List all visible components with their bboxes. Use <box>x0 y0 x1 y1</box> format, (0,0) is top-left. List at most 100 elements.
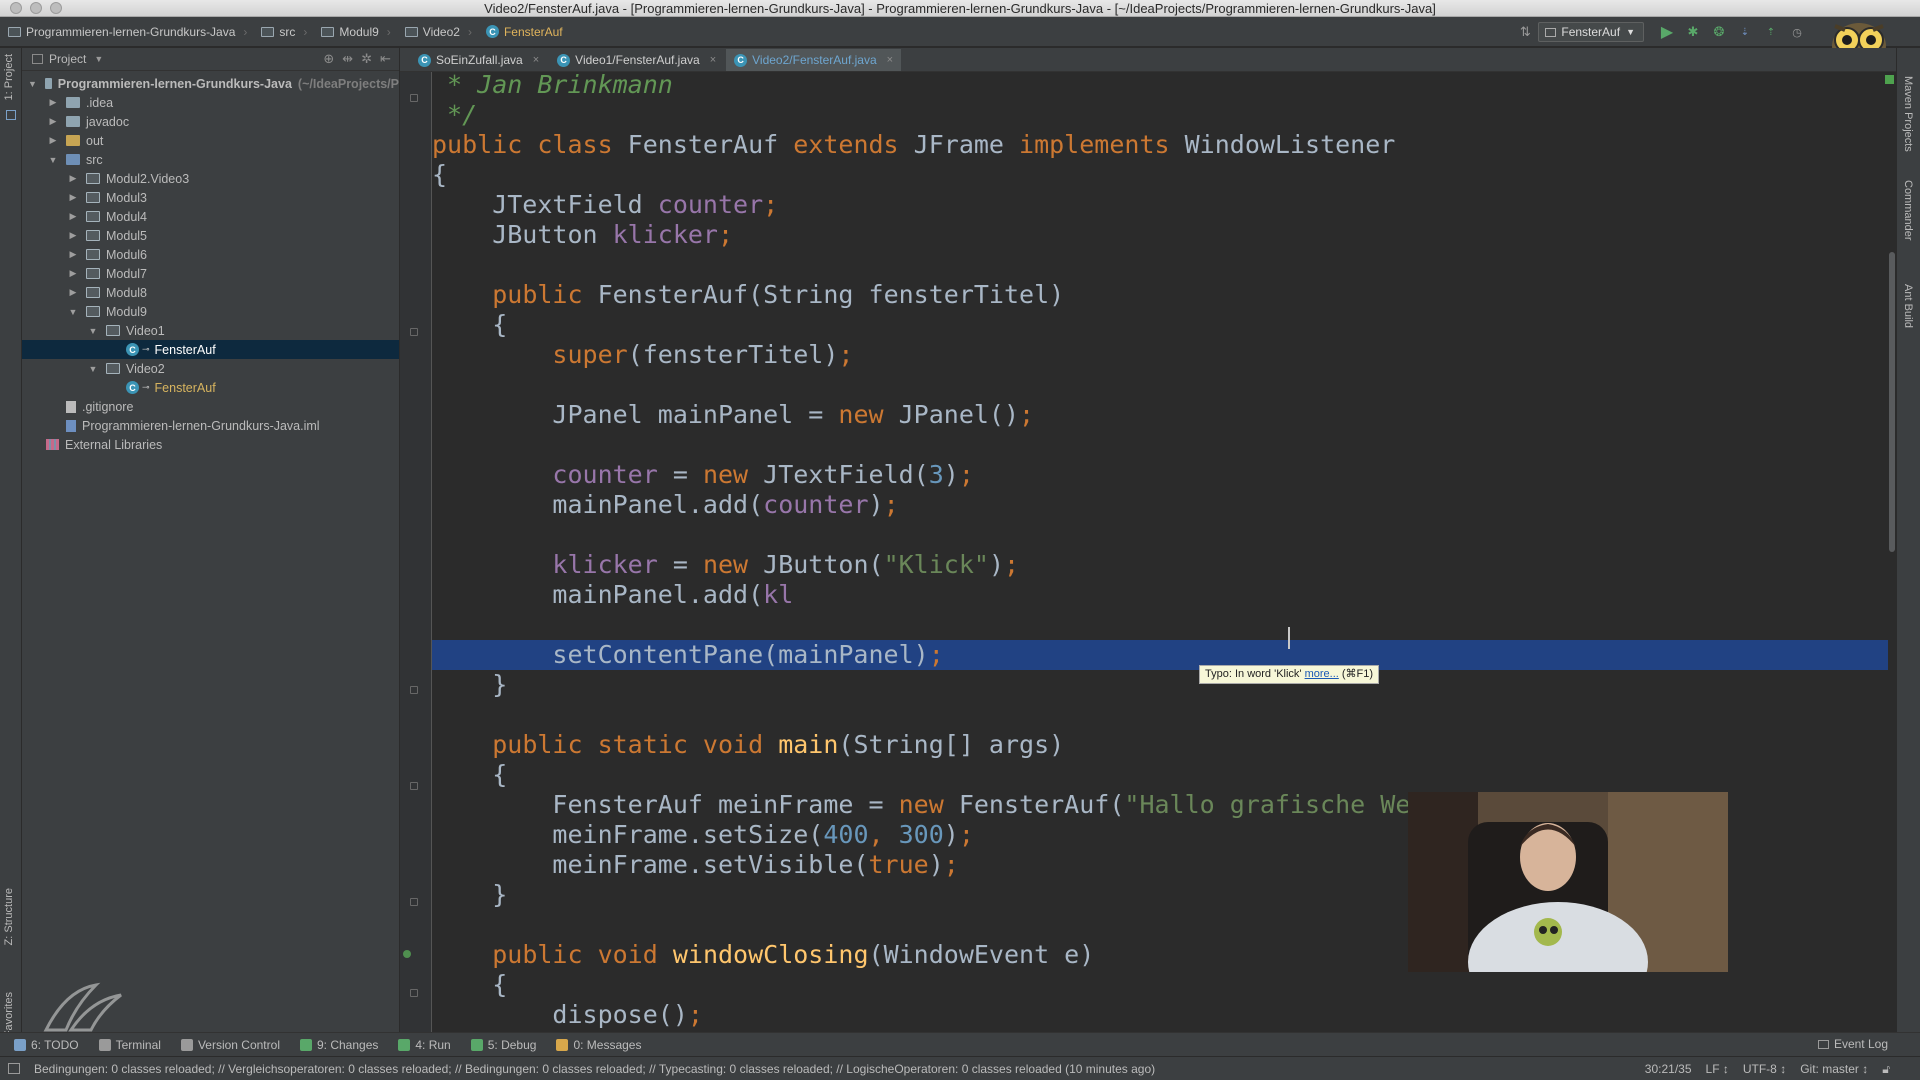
inspection-ok-icon[interactable] <box>1885 75 1894 84</box>
structure-tool-tab[interactable]: Z: Structure <box>3 888 15 945</box>
fold-marker-icon[interactable] <box>410 328 418 336</box>
chevron-right-icon[interactable]: ▶ <box>48 116 58 127</box>
tab-video2-fensterauf[interactable]: C Video2/FensterAuf.java × <box>726 49 902 71</box>
fold-marker-icon[interactable] <box>410 686 418 694</box>
run-configuration-select[interactable]: FensterAuf ▼ <box>1538 22 1644 42</box>
editor-scrollbar[interactable] <box>1888 72 1896 1050</box>
project-tool-tab[interactable]: 1: Project <box>3 54 15 100</box>
code-line[interactable]: { <box>432 310 1888 340</box>
breadcrumb-modul9[interactable]: Modul9 › <box>313 17 396 46</box>
close-icon[interactable]: × <box>533 54 539 66</box>
tree-node[interactable]: ▼ Programmieren-lernen-Grundkurs-Java (~/I… <box>22 74 399 93</box>
toolwindow-button[interactable]: 4: Run <box>398 1038 451 1052</box>
code-line[interactable]: * Jan Brinkmann <box>432 72 1888 100</box>
code-line[interactable] <box>432 370 1888 400</box>
vcs-history-icon[interactable]: ◷ <box>1786 21 1808 43</box>
zoom-window-button[interactable] <box>50 2 62 14</box>
commander-tab[interactable]: Commander <box>1902 180 1914 241</box>
code-line[interactable]: counter = new JTextField(3); <box>432 460 1888 490</box>
code-line[interactable]: JPanel mainPanel = new JPanel(); <box>432 400 1888 430</box>
tab-video1-fensterauf[interactable]: C Video1/FensterAuf.java × <box>549 49 724 71</box>
close-icon[interactable]: × <box>887 54 893 66</box>
chevron-down-icon[interactable]: ▼ <box>88 364 98 374</box>
gear-icon[interactable]: ✲ <box>361 51 372 67</box>
code-line[interactable]: */ <box>432 100 1888 130</box>
chevron-down-icon[interactable]: ▼ <box>94 54 103 64</box>
tree-node[interactable]: ▶ Modul8 <box>22 283 399 302</box>
tree-node[interactable]: ▼ src <box>22 150 399 169</box>
code-line[interactable]: } <box>432 670 1888 700</box>
editor-gutter[interactable] <box>400 72 432 1050</box>
code-line[interactable]: mainPanel.add(counter); <box>432 490 1888 520</box>
toggle-tool-windows-icon[interactable] <box>8 1063 20 1074</box>
chevron-down-icon[interactable]: ▼ <box>48 155 58 165</box>
code-line[interactable]: JButton klicker; <box>432 220 1888 250</box>
code-line[interactable] <box>432 250 1888 280</box>
tree-node[interactable]: ▼ Modul9 <box>22 302 399 321</box>
tree-node[interactable]: ▶External Libraries <box>22 435 399 454</box>
vcs-update-icon[interactable]: ⇣ <box>1734 21 1756 43</box>
fold-marker-icon[interactable] <box>410 782 418 790</box>
toolwindow-button[interactable]: Version Control <box>180 1038 280 1052</box>
code-line[interactable]: { <box>432 970 1888 1000</box>
code-line[interactable]: JTextField counter; <box>432 190 1888 220</box>
tree-node[interactable]: ▶.gitignore <box>22 397 399 416</box>
status-message[interactable]: Bedingungen: 0 classes reloaded; // Verg… <box>34 1062 1614 1076</box>
collapse-all-icon[interactable]: ⇹ <box>342 51 353 67</box>
tree-node[interactable]: ▶ javadoc <box>22 112 399 131</box>
code-line[interactable]: { <box>432 760 1888 790</box>
tree-node[interactable]: ▶ Modul5 <box>22 226 399 245</box>
maven-projects-tab[interactable]: Maven Projects <box>1902 76 1914 152</box>
code-line[interactable]: super(fensterTitel); <box>432 340 1888 370</box>
scrollbar-thumb[interactable] <box>1889 252 1895 552</box>
close-icon[interactable]: × <box>710 54 716 66</box>
tree-node[interactable]: ▶Programmieren-lernen-Grundkurs-Java.iml <box>22 416 399 435</box>
code-line[interactable] <box>432 610 1888 640</box>
breadcrumb-class[interactable]: C FensterAuf <box>478 17 569 46</box>
tree-node[interactable]: ▼ Video1 <box>22 321 399 340</box>
tree-node[interactable]: ▶ Modul2.Video3 <box>22 169 399 188</box>
breadcrumb-src[interactable]: src › <box>253 17 313 46</box>
sort-icon[interactable]: ⇅ <box>1514 21 1536 43</box>
hide-panel-icon[interactable]: ⇤ <box>380 51 391 67</box>
line-separator[interactable]: LF ↕ <box>1706 1062 1729 1076</box>
vcs-commit-icon[interactable]: ⇡ <box>1760 21 1782 43</box>
chevron-right-icon[interactable]: ▶ <box>68 173 78 184</box>
chevron-right-icon[interactable]: ▶ <box>68 230 78 241</box>
breadcrumb-project[interactable]: Programmieren-lernen-Grundkurs-Java › <box>0 17 253 46</box>
tree-node[interactable]: ▶C⊸FensterAuf <box>22 378 399 397</box>
run-icon[interactable]: ▶ <box>1656 21 1678 43</box>
git-branch[interactable]: Git: master ↕ <box>1800 1062 1868 1076</box>
scroll-from-source-icon[interactable]: ⊕ <box>323 51 334 67</box>
toolwindow-button[interactable]: 5: Debug <box>470 1038 536 1052</box>
tooltip-more-link[interactable]: more... <box>1305 668 1339 680</box>
code-line[interactable]: { <box>432 160 1888 190</box>
tree-node[interactable]: ▶ Modul4 <box>22 207 399 226</box>
tree-node[interactable]: ▶ out <box>22 131 399 150</box>
fold-marker-icon[interactable] <box>410 989 418 997</box>
tree-node[interactable]: ▼ Video2 <box>22 359 399 378</box>
toolwindow-button[interactable]: 9: Changes <box>299 1038 378 1052</box>
chevron-down-icon[interactable]: ▼ <box>28 79 37 89</box>
chevron-right-icon[interactable]: ▶ <box>48 97 58 108</box>
project-view-select[interactable]: Project <box>49 52 86 66</box>
chevron-right-icon[interactable]: ▶ <box>48 135 58 146</box>
code-line[interactable] <box>432 520 1888 550</box>
code-line[interactable] <box>432 430 1888 460</box>
caret-position[interactable]: 30:21/35 <box>1645 1062 1692 1076</box>
lock-icon[interactable]: 🔓︎ <box>1882 1062 1890 1077</box>
breadcrumb-video2[interactable]: Video2 › <box>397 17 478 46</box>
tab-soeinzufall[interactable]: C SoEinZufall.java × <box>410 49 547 71</box>
tree-node[interactable]: ▶ Modul7 <box>22 264 399 283</box>
code-line[interactable]: public static void main(String[] args) <box>432 730 1888 760</box>
chevron-right-icon[interactable]: ▶ <box>68 211 78 222</box>
chevron-down-icon[interactable]: ▼ <box>68 307 78 317</box>
toolwindow-button[interactable]: 0: Messages <box>556 1038 641 1052</box>
code-line[interactable]: public class FensterAuf extends JFrame i… <box>432 130 1888 160</box>
code-line[interactable] <box>432 700 1888 730</box>
close-window-button[interactable] <box>10 2 22 14</box>
tree-node[interactable]: ▶ Modul6 <box>22 245 399 264</box>
code-line[interactable]: public FensterAuf(String fensterTitel) <box>432 280 1888 310</box>
code-line[interactable]: mainPanel.add(kl <box>432 580 1888 610</box>
chevron-down-icon[interactable]: ▼ <box>88 326 98 336</box>
